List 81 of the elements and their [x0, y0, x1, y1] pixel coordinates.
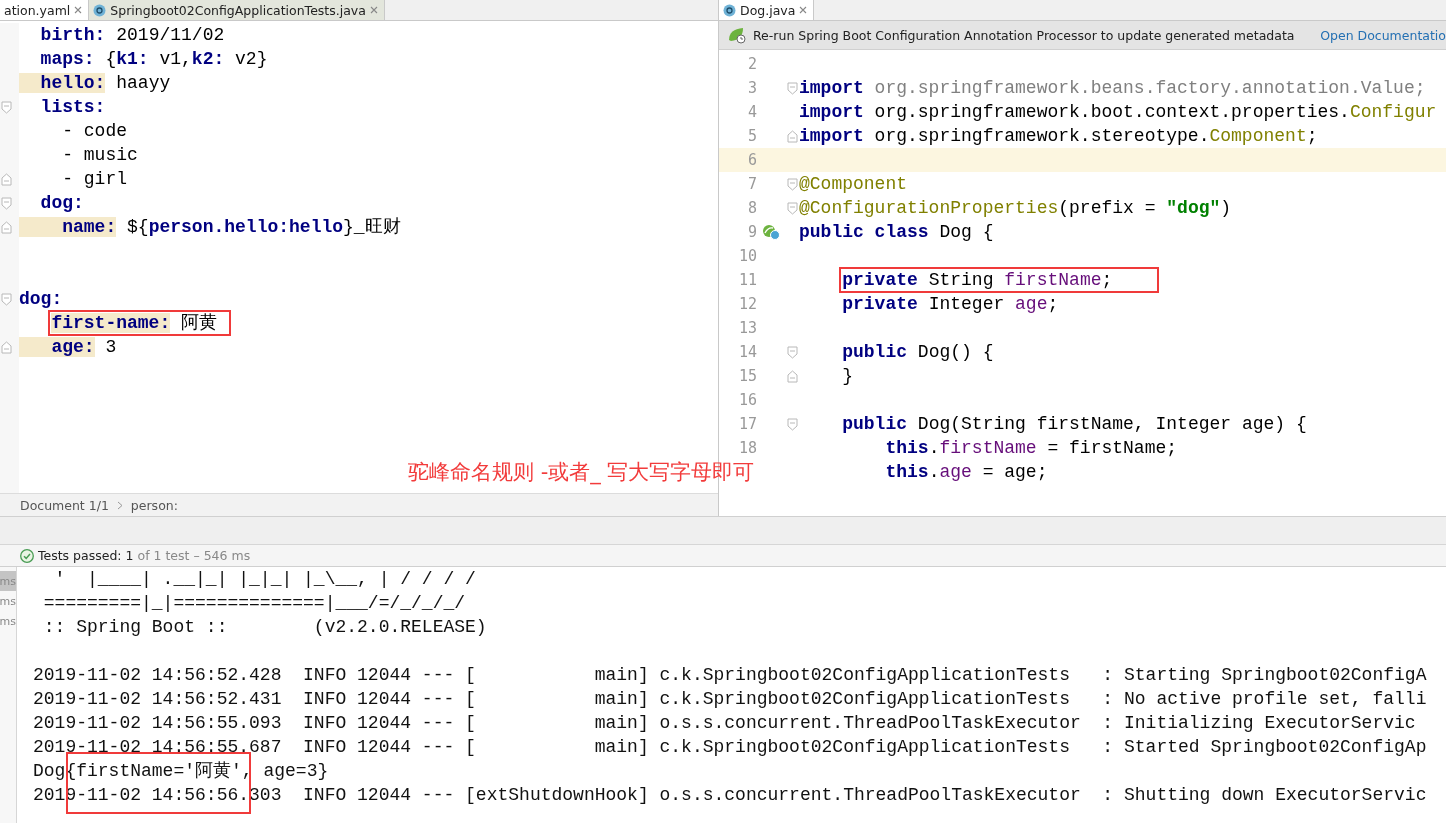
console-line: ' |____| .__|_| |_|_| |_\__, | / / / /: [53, 568, 477, 591]
check-circle-icon: [20, 548, 34, 563]
test-duration-text: of 1 test – 546 ms: [137, 548, 251, 563]
console-line: 2019-11-02 14:56:55.093 INFO 12044 --- [ main] o.s.s.concurrent.ThreadPoolTaskExecutor : Initializing ExecutorServic: [33, 712, 1417, 735]
code-line: this.age = age;: [884, 461, 1048, 484]
code-line: dog:: [39, 192, 84, 215]
line-number: 11: [738, 271, 757, 289]
fold-icon[interactable]: [786, 81, 798, 95]
spring-bean-icon[interactable]: [762, 224, 780, 240]
fold-icon[interactable]: [786, 177, 798, 191]
code-line: }: [841, 365, 853, 388]
line-number: 15: [738, 367, 757, 385]
fold-icon[interactable]: [786, 417, 798, 431]
fold-icon[interactable]: [786, 345, 798, 359]
line-number: 7: [747, 175, 757, 193]
editor-tab[interactable]: Dog.java: [719, 0, 815, 20]
code-line: import org.springframework.beans.factory.annotation.Value;: [799, 77, 1426, 100]
fold-icon[interactable]: [0, 196, 12, 210]
line-number: 18: [738, 439, 757, 457]
line-number: 9: [747, 223, 757, 241]
console-line: 2019-11-02 14:56:52.431 INFO 12044 --- [ main] c.k.Springboot02ConfigApplicationTests : No active profile set, falli: [33, 688, 1428, 711]
fold-icon[interactable]: [786, 369, 798, 383]
line-number: 4: [747, 103, 757, 121]
code-line: lists:: [39, 96, 106, 119]
code-line: hello: haayy: [19, 71, 171, 95]
code-line: import org.springframework.boot.context.properties.Configur: [799, 101, 1437, 124]
code-line: birth: 2019/11/02: [39, 24, 225, 47]
breadcrumb[interactable]: Document 1/1: [20, 497, 109, 513]
line-number: 10: [738, 247, 757, 265]
fold-icon[interactable]: [0, 340, 12, 354]
editor-tab[interactable]: Springboot02ConfigApplicationTests.java: [89, 0, 385, 20]
code-line: dog:: [19, 288, 63, 311]
console-line: 2019-11-02 14:56:55.687 INFO 12044 --- [ main] c.k.Springboot02ConfigApplicationTests : Started Springboot02ConfigAp: [33, 736, 1428, 759]
close-icon[interactable]: [799, 6, 808, 14]
line-number: 5: [747, 127, 757, 145]
class-icon: [93, 3, 107, 17]
breadcrumb[interactable]: person:: [130, 497, 178, 513]
class-icon: [723, 3, 736, 17]
notification-text: Re-run Spring Boot Configuration Annotation Processor to update generated metadata: [753, 27, 1295, 43]
console-line: :: Spring Boot :: (v2.2.0.RELEASE): [42, 616, 488, 639]
line-number: 14: [738, 343, 757, 361]
code-line: public Dog() {: [841, 341, 994, 364]
code-line: private Integer age;: [841, 293, 1059, 316]
code-line: - music: [61, 144, 138, 167]
fold-icon[interactable]: [786, 201, 798, 215]
line-number: 16: [738, 391, 757, 409]
code-line: private String firstName;: [799, 268, 1156, 292]
console-line: =========|_|==============|___/=/_/_/_/: [42, 592, 467, 615]
code-line: - girl: [61, 168, 128, 191]
code-line: this.firstName = firstName;: [884, 437, 1178, 460]
chevron-icon: [116, 500, 123, 510]
line-number: 2: [747, 55, 757, 73]
annotation-text: 驼峰命名规则 -或者_ 写大写字母即可: [408, 459, 755, 486]
fold-icon[interactable]: [786, 129, 798, 143]
close-icon[interactable]: [369, 6, 378, 14]
documentation-link[interactable]: Open Documentatio: [1320, 27, 1446, 43]
test-status-text: Tests passed: 1: [38, 548, 134, 563]
code-line: public class Dog {: [799, 221, 994, 244]
code-line: public Dog(String firstName, Integer age) {: [841, 413, 1307, 436]
code-line: @ConfigurationProperties(prefix = "dog"): [799, 197, 1232, 220]
close-icon[interactable]: [74, 6, 83, 14]
line-number: 12: [738, 295, 757, 313]
code-line: import org.springframework.stereotype.Component;: [799, 125, 1318, 148]
code-line: first-name: 阿黄: [19, 311, 228, 335]
fold-icon[interactable]: [0, 100, 12, 114]
line-number: 3: [747, 79, 757, 97]
fold-icon[interactable]: [0, 292, 12, 306]
editor-tab[interactable]: ation.yaml: [0, 0, 90, 20]
line-number: 17: [738, 415, 757, 433]
code-line: maps: {k1: v1,k2: v2}: [39, 48, 268, 71]
fold-icon[interactable]: [0, 220, 12, 234]
leaf-icon: [727, 26, 747, 44]
line-number: 8: [747, 199, 757, 217]
line-number: 6: [747, 151, 757, 169]
code-line: age: 3: [19, 335, 117, 359]
console-line: 2019-11-02 14:56:52.428 INFO 12044 --- [ main] c.k.Springboot02ConfigApplicationTests : Starting Springboot02ConfigA: [33, 664, 1428, 687]
fold-icon[interactable]: [0, 172, 12, 186]
code-line: - code: [61, 120, 128, 143]
code-line: name: ${person.hello:hello}_旺财: [19, 215, 401, 239]
line-number: 13: [738, 319, 757, 337]
code-line: @Component: [799, 173, 908, 196]
